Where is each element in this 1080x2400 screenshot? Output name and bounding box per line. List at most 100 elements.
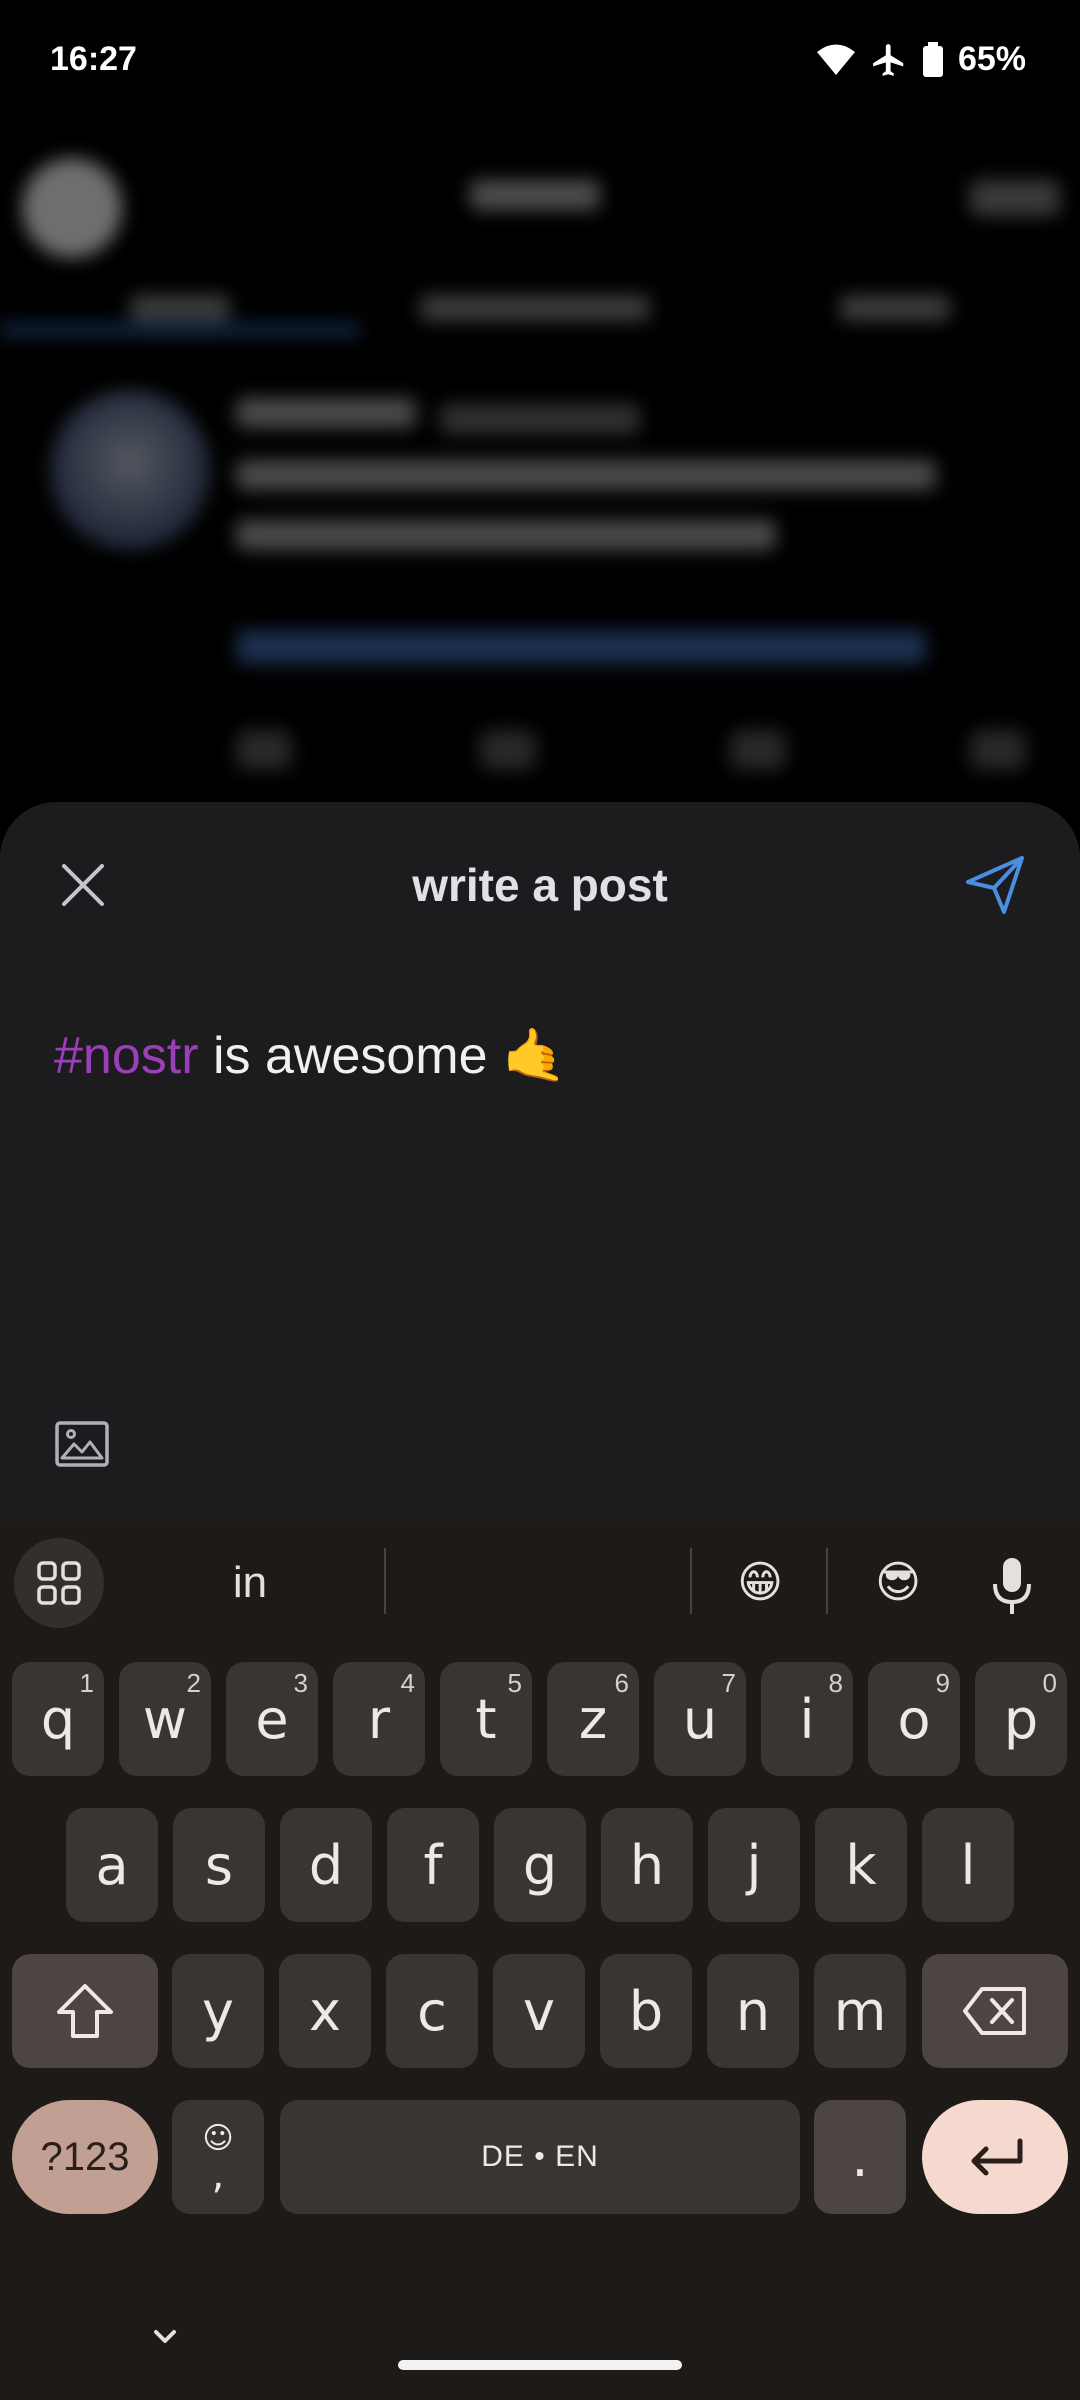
- image-icon: [55, 1421, 109, 1467]
- hide-keyboard-button[interactable]: [140, 2320, 190, 2356]
- voice-input-button[interactable]: [990, 1556, 1046, 1616]
- shift-key[interactable]: [12, 1954, 158, 2068]
- key-label: r: [367, 1687, 391, 1751]
- compose-sheet: write a post #nostr is awesome 🤙: [0, 802, 1080, 1522]
- blurred-title: [470, 180, 600, 210]
- home-indicator[interactable]: [398, 2360, 682, 2370]
- key-v[interactable]: v: [493, 1954, 585, 2068]
- status-bar: 16:27 65%: [0, 0, 1080, 130]
- send-button[interactable]: [960, 850, 1030, 920]
- blurred-action: [480, 730, 536, 770]
- battery-percent: 65%: [957, 40, 1026, 78]
- key-hint: 9: [935, 1668, 950, 1698]
- key-n[interactable]: n: [707, 1954, 799, 2068]
- suggestion-divider: [826, 1548, 828, 1614]
- key-h[interactable]: h: [601, 1808, 693, 1922]
- key-u[interactable]: u7: [654, 1662, 746, 1776]
- key-q[interactable]: q1: [12, 1662, 104, 1776]
- background-feed: [0, 130, 1080, 810]
- blurred-action: [970, 730, 1026, 770]
- blurred-action: [236, 730, 292, 770]
- key-g[interactable]: g: [494, 1808, 586, 1922]
- blurred-tab: [420, 295, 650, 321]
- enter-icon: [971, 2138, 1023, 2176]
- status-time: 16:27: [50, 40, 137, 78]
- key-a[interactable]: a: [66, 1808, 158, 1922]
- airplane-icon: [873, 43, 904, 76]
- key-f[interactable]: f: [387, 1808, 479, 1922]
- key-hint: 2: [186, 1668, 201, 1698]
- shift-icon: [57, 1984, 113, 2038]
- blurred-text-line: [440, 404, 640, 434]
- suggestion-emoji[interactable]: 😁: [710, 1550, 810, 1616]
- key-label: e: [255, 1687, 289, 1751]
- key-j[interactable]: j: [708, 1808, 800, 1922]
- blurred-link: [236, 630, 926, 664]
- key-hint: 8: [828, 1668, 843, 1698]
- comma-label: ,: [211, 2152, 225, 2198]
- blurred-action: [730, 730, 786, 770]
- suggestion-divider: [384, 1548, 386, 1614]
- mic-icon: [993, 1558, 1031, 1614]
- backspace-icon: [963, 1987, 1026, 2035]
- key-d[interactable]: d: [280, 1808, 372, 1922]
- key-m[interactable]: m: [814, 1954, 906, 2068]
- key-i[interactable]: i8: [761, 1662, 853, 1776]
- key-hint: 7: [721, 1668, 736, 1698]
- key-label: u: [682, 1687, 718, 1751]
- emoji-comma-key[interactable]: ☺ ,: [172, 2100, 264, 2214]
- key-c[interactable]: c: [386, 1954, 478, 2068]
- keyboard-apps-button[interactable]: [14, 1538, 104, 1628]
- key-hint: 4: [400, 1668, 415, 1698]
- post-avatar: [50, 390, 210, 550]
- blurred-tab: [130, 295, 230, 321]
- key-e[interactable]: e3: [226, 1662, 318, 1776]
- key-b[interactable]: b: [600, 1954, 692, 2068]
- grid-icon: [37, 1561, 81, 1605]
- key-l[interactable]: l: [922, 1808, 1014, 1922]
- key-hint: 5: [507, 1668, 522, 1698]
- key-hint: 0: [1042, 1668, 1057, 1698]
- blurred-tab: [840, 295, 950, 321]
- emoji-text: 🤙: [501, 1026, 567, 1086]
- avatar: [22, 158, 122, 258]
- key-hint: 6: [614, 1668, 629, 1698]
- keyboard: in 😁 😎 ?123 ☺ , DE • EN . q 1 w 2 e 3 r …: [0, 1522, 1080, 2400]
- post-body-text: is awesome: [198, 1027, 502, 1085]
- blurred-text-line: [236, 520, 776, 550]
- key-label: o: [897, 1687, 931, 1751]
- battery-icon: [922, 41, 943, 77]
- symbols-key[interactable]: ?123: [12, 2100, 158, 2214]
- key-r[interactable]: r4: [333, 1662, 425, 1776]
- key-w[interactable]: w2: [119, 1662, 211, 1776]
- key-z[interactable]: z6: [547, 1662, 639, 1776]
- suggestion-divider: [690, 1548, 692, 1614]
- key-label: z: [578, 1687, 608, 1751]
- add-image-button[interactable]: [54, 1420, 114, 1474]
- key-k[interactable]: k: [815, 1808, 907, 1922]
- suggestion-word[interactable]: in: [140, 1550, 360, 1616]
- status-icons: 65%: [816, 40, 1026, 79]
- page-title: write a post: [412, 859, 668, 911]
- post-text-input[interactable]: #nostr is awesome 🤙: [54, 1020, 567, 1092]
- suggestion-emoji[interactable]: 😎: [848, 1550, 948, 1616]
- suggestion-bar: in 😁 😎: [0, 1522, 1080, 1644]
- key-label: w: [142, 1687, 188, 1751]
- key-s[interactable]: s: [173, 1808, 265, 1922]
- space-key[interactable]: DE • EN: [280, 2100, 800, 2214]
- key-x[interactable]: x: [279, 1954, 371, 2068]
- key-label: q: [40, 1687, 76, 1751]
- hashtag-text: #nostr: [54, 1027, 199, 1085]
- key-p[interactable]: p0: [975, 1662, 1067, 1776]
- key-hint: 1: [79, 1668, 94, 1698]
- key-o[interactable]: o9: [868, 1662, 960, 1776]
- blurred-top-icons: [970, 180, 1060, 216]
- key-label: t: [475, 1687, 497, 1751]
- key-hint: 3: [293, 1668, 308, 1698]
- key-y[interactable]: y: [172, 1954, 264, 2068]
- period-key[interactable]: .: [814, 2100, 906, 2214]
- backspace-key[interactable]: [922, 1954, 1068, 2068]
- key-t[interactable]: t5: [440, 1662, 532, 1776]
- enter-key[interactable]: [922, 2100, 1068, 2214]
- chevron-down-icon: [154, 2330, 176, 2343]
